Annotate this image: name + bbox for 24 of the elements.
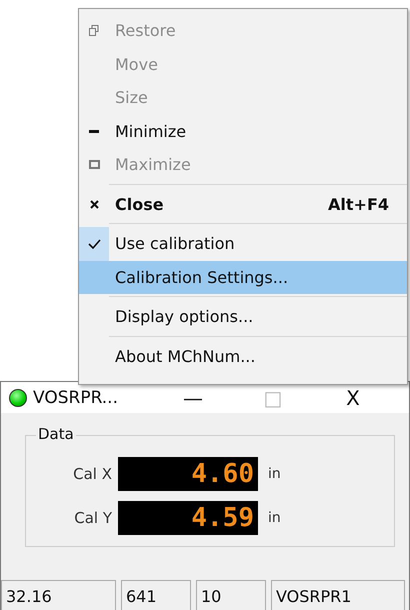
menu-item[interactable]: Close Alt+F4 xyxy=(79,188,407,221)
shortcut-label: Alt+F4 xyxy=(328,194,389,214)
minimize-button[interactable]: — xyxy=(153,386,233,410)
field-label: Cal X xyxy=(72,465,112,483)
value-display: 4.59 xyxy=(118,501,258,535)
field-label: Cal Y xyxy=(73,509,112,527)
status-cell: 10 xyxy=(196,580,266,610)
status-cell: VOSRPR1 xyxy=(271,580,405,610)
close-button[interactable]: X xyxy=(313,386,393,410)
status-cell: 32.16 xyxy=(1,580,116,610)
menu-item[interactable]: About MChNum... xyxy=(79,340,407,373)
menu-item[interactable]: Minimize xyxy=(79,114,407,148)
menu-item[interactable]: Display options... xyxy=(79,300,407,334)
menu-item[interactable]: Use calibration xyxy=(79,227,407,260)
window-title: VOSRPR... xyxy=(33,388,119,408)
status-cell: 641 xyxy=(121,580,191,610)
unit-label: in xyxy=(268,510,281,526)
unit-label: in xyxy=(268,466,281,482)
value-display: 4.60 xyxy=(118,457,258,491)
close-icon xyxy=(90,200,98,209)
maximize-icon xyxy=(88,160,100,170)
restore-icon xyxy=(89,25,99,36)
minimize-icon xyxy=(89,130,99,133)
menu-item[interactable]: Calibration Settings... xyxy=(79,260,407,294)
